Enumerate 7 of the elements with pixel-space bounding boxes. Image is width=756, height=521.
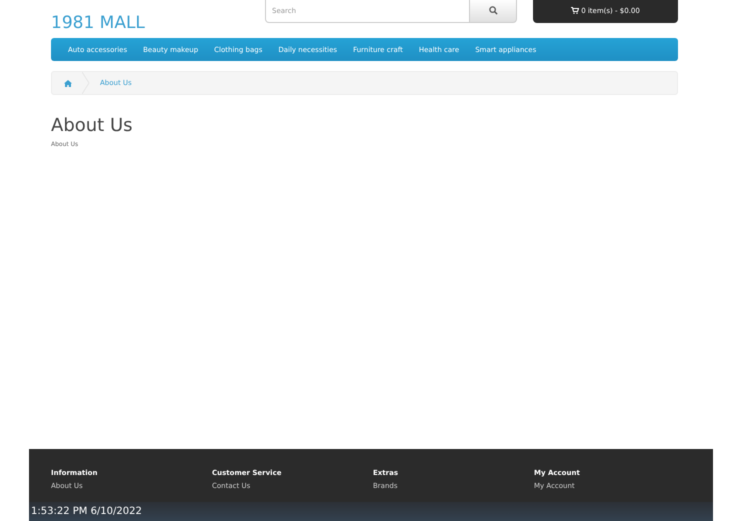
timestamp: 1:53:22 PM 6/10/2022 <box>31 506 142 517</box>
search-button[interactable] <box>470 0 517 23</box>
home-icon[interactable] <box>64 80 72 86</box>
page-title: About Us <box>51 115 134 136</box>
site-logo[interactable]: 1981 MALL <box>51 13 265 34</box>
search-icon <box>488 6 498 15</box>
cart-icon <box>571 7 580 14</box>
